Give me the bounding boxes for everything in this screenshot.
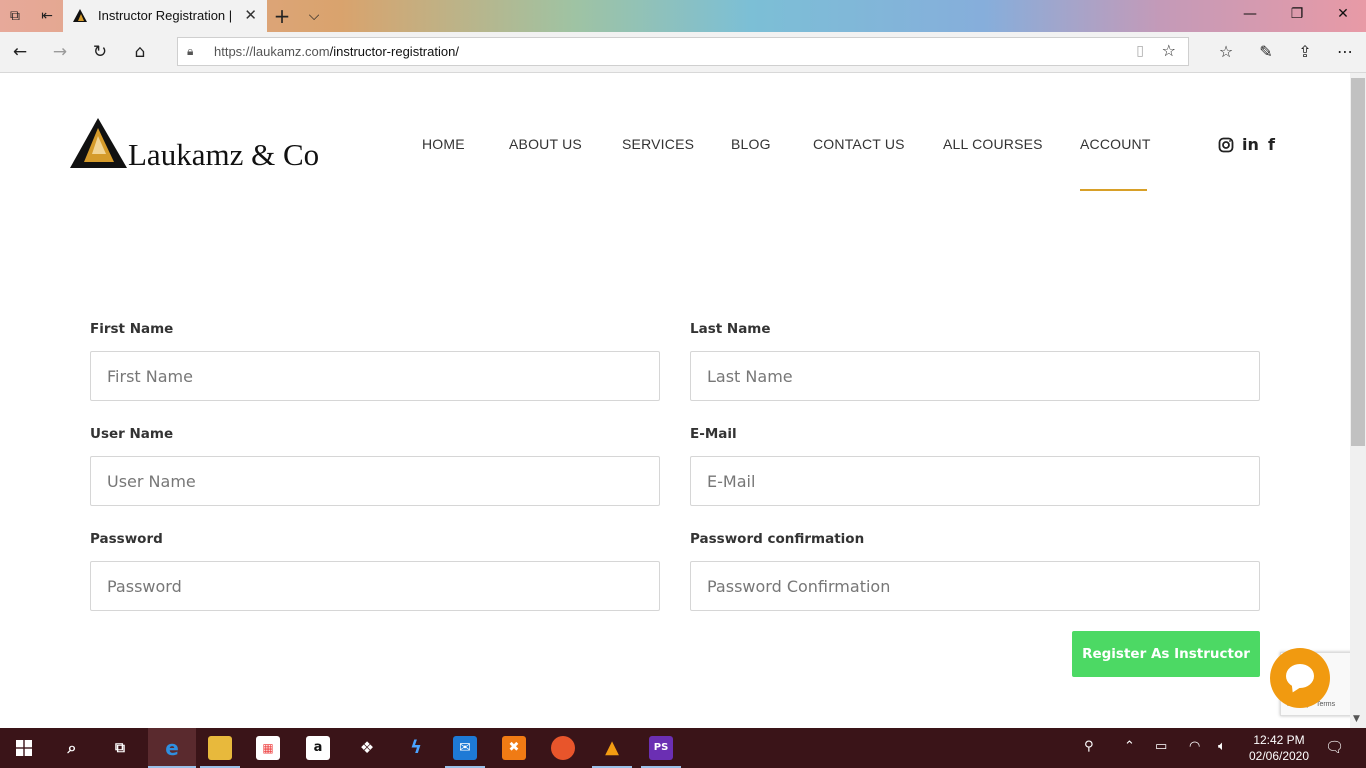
nav-account[interactable]: ACCOUNT [1080, 136, 1151, 152]
wifi-icon[interactable]: ◠ [1189, 739, 1200, 754]
reading-view-icon[interactable]: ▯ [1136, 43, 1144, 59]
active-nav-underline [1080, 189, 1147, 191]
site-favicon-icon [73, 9, 87, 22]
windows-start-icon[interactable] [16, 740, 32, 756]
notifications-icon[interactable]: 🗨︎ [1325, 738, 1344, 756]
logo-text: Laukamz & Co [128, 137, 320, 172]
close-tab-icon[interactable]: ✕ [244, 6, 257, 24]
clock-time: 12:42 PM [1253, 733, 1305, 747]
first-name-input[interactable] [90, 351, 660, 401]
linkedin-icon[interactable]: in [1242, 135, 1259, 154]
home-icon[interactable]: ⌂ [129, 41, 151, 63]
xampp-icon[interactable]: ✖ [502, 736, 526, 760]
user-name-label: User Name [90, 426, 174, 442]
instagram-icon[interactable] [1218, 137, 1234, 153]
mail-icon[interactable]: ✉ [453, 736, 477, 760]
set-tabs-aside-icon[interactable]: ⇤ [38, 7, 56, 25]
nav-about-us[interactable]: ABOUT US [509, 136, 582, 152]
more-options-icon[interactable]: ⋯ [1334, 41, 1356, 63]
show-hidden-icons-chevron-icon[interactable]: ⌃ [1124, 739, 1135, 754]
chat-widget-button[interactable] [1270, 648, 1330, 708]
file-explorer-icon[interactable] [208, 736, 232, 760]
amazon-icon[interactable]: a [306, 736, 330, 760]
user-name-input[interactable] [90, 456, 660, 506]
sublime-icon[interactable]: ϟ [404, 736, 428, 760]
scroll-down-arrow-icon[interactable]: ▼ [1353, 714, 1360, 724]
share-icon[interactable]: ⇪ [1294, 41, 1316, 63]
lock-icon: 🔒︎ [187, 44, 194, 58]
tab-title: Instructor Registration | [98, 8, 233, 23]
chat-icon [1286, 664, 1314, 688]
nav-blog[interactable]: BLOG [731, 136, 771, 152]
site-logo[interactable]: Laukamz & Co [70, 118, 340, 173]
password-confirmation-input[interactable] [690, 561, 1260, 611]
tab-instructor-registration[interactable]: Instructor Registration | ✕ [63, 0, 267, 32]
nav-services[interactable]: SERVICES [622, 136, 694, 152]
url-text: https://laukamz.com/instructor-registrat… [214, 44, 459, 59]
minimize-icon[interactable]: — [1240, 6, 1260, 22]
web-note-icon[interactable]: ✎ [1255, 41, 1277, 63]
edge-browser-icon: e [165, 736, 179, 760]
people-icon[interactable]: ⚲ [1084, 739, 1094, 754]
taskbar-edge-slot[interactable]: e [148, 728, 196, 768]
restore-icon[interactable]: ❐ [1287, 6, 1307, 22]
system-clock[interactable]: 12:42 PM 02/06/2020 [1246, 732, 1312, 764]
email-label: E-Mail [690, 426, 737, 442]
password-label: Password [90, 531, 163, 547]
nav-home[interactable]: HOME [422, 136, 465, 152]
favorites-list-icon[interactable]: ☆ [1215, 41, 1237, 63]
scrollbar-thumb[interactable] [1351, 78, 1365, 446]
register-as-instructor-button[interactable]: Register As Instructor [1072, 631, 1260, 677]
firefox-icon[interactable] [551, 736, 575, 760]
close-window-icon[interactable]: ✕ [1333, 6, 1353, 22]
nav-contact-us[interactable]: CONTACT US [813, 136, 905, 152]
last-name-label: Last Name [690, 321, 771, 337]
nav-all-courses[interactable]: ALL COURSES [943, 136, 1043, 152]
windows-taskbar: ⌕ ⧉ e ▦ a ❖ ϟ ✉ ✖ ▲ PS ⚲ ⌃ ▭ ◠ 🔈︎ 12:42 … [0, 728, 1366, 768]
forward-icon[interactable]: → [49, 41, 71, 63]
microsoft-store-icon[interactable]: ▦ [256, 736, 280, 760]
web-page: Laukamz & Co HOME ABOUT US SERVICES BLOG… [0, 73, 1350, 728]
browser-tab-bar: ⧉ ⇤ Instructor Registration | ✕ + ⌵ — ❐ … [0, 0, 1366, 32]
clock-date: 02/06/2020 [1248, 749, 1310, 763]
first-name-label: First Name [90, 321, 174, 337]
url-host: https://laukamz.com [214, 44, 330, 59]
refresh-icon[interactable]: ↻ [89, 41, 111, 63]
last-name-input[interactable] [690, 351, 1260, 401]
mountain-logo-icon [70, 118, 127, 168]
dropbox-icon[interactable]: ❖ [355, 736, 379, 760]
url-path: /instructor-registration/ [329, 44, 459, 59]
battery-icon[interactable]: ▭ [1155, 739, 1167, 754]
volume-icon[interactable]: 🔈︎ [1218, 739, 1226, 754]
facebook-icon[interactable]: f [1268, 135, 1275, 154]
browser-address-bar: ← → ↻ ⌂ 🔒︎ https://laukamz.com/instructo… [0, 32, 1366, 73]
task-view-icon[interactable]: ⧉ [108, 736, 132, 760]
vlc-icon[interactable]: ▲ [600, 736, 624, 760]
url-input[interactable]: 🔒︎ https://laukamz.com/instructor-regist… [177, 37, 1189, 66]
tab-manager-icon[interactable]: ⧉ [6, 7, 24, 25]
search-icon[interactable]: ⌕ [60, 736, 84, 760]
password-input[interactable] [90, 561, 660, 611]
password-confirmation-label: Password confirmation [690, 531, 865, 547]
favorite-star-icon[interactable]: ☆ [1162, 41, 1176, 60]
email-input[interactable] [690, 456, 1260, 506]
phpstorm-icon[interactable]: PS [649, 736, 673, 760]
tab-list-chevron-icon[interactable]: ⌵ [305, 7, 323, 25]
new-tab-icon[interactable]: + [273, 6, 291, 26]
back-icon[interactable]: ← [9, 41, 31, 63]
